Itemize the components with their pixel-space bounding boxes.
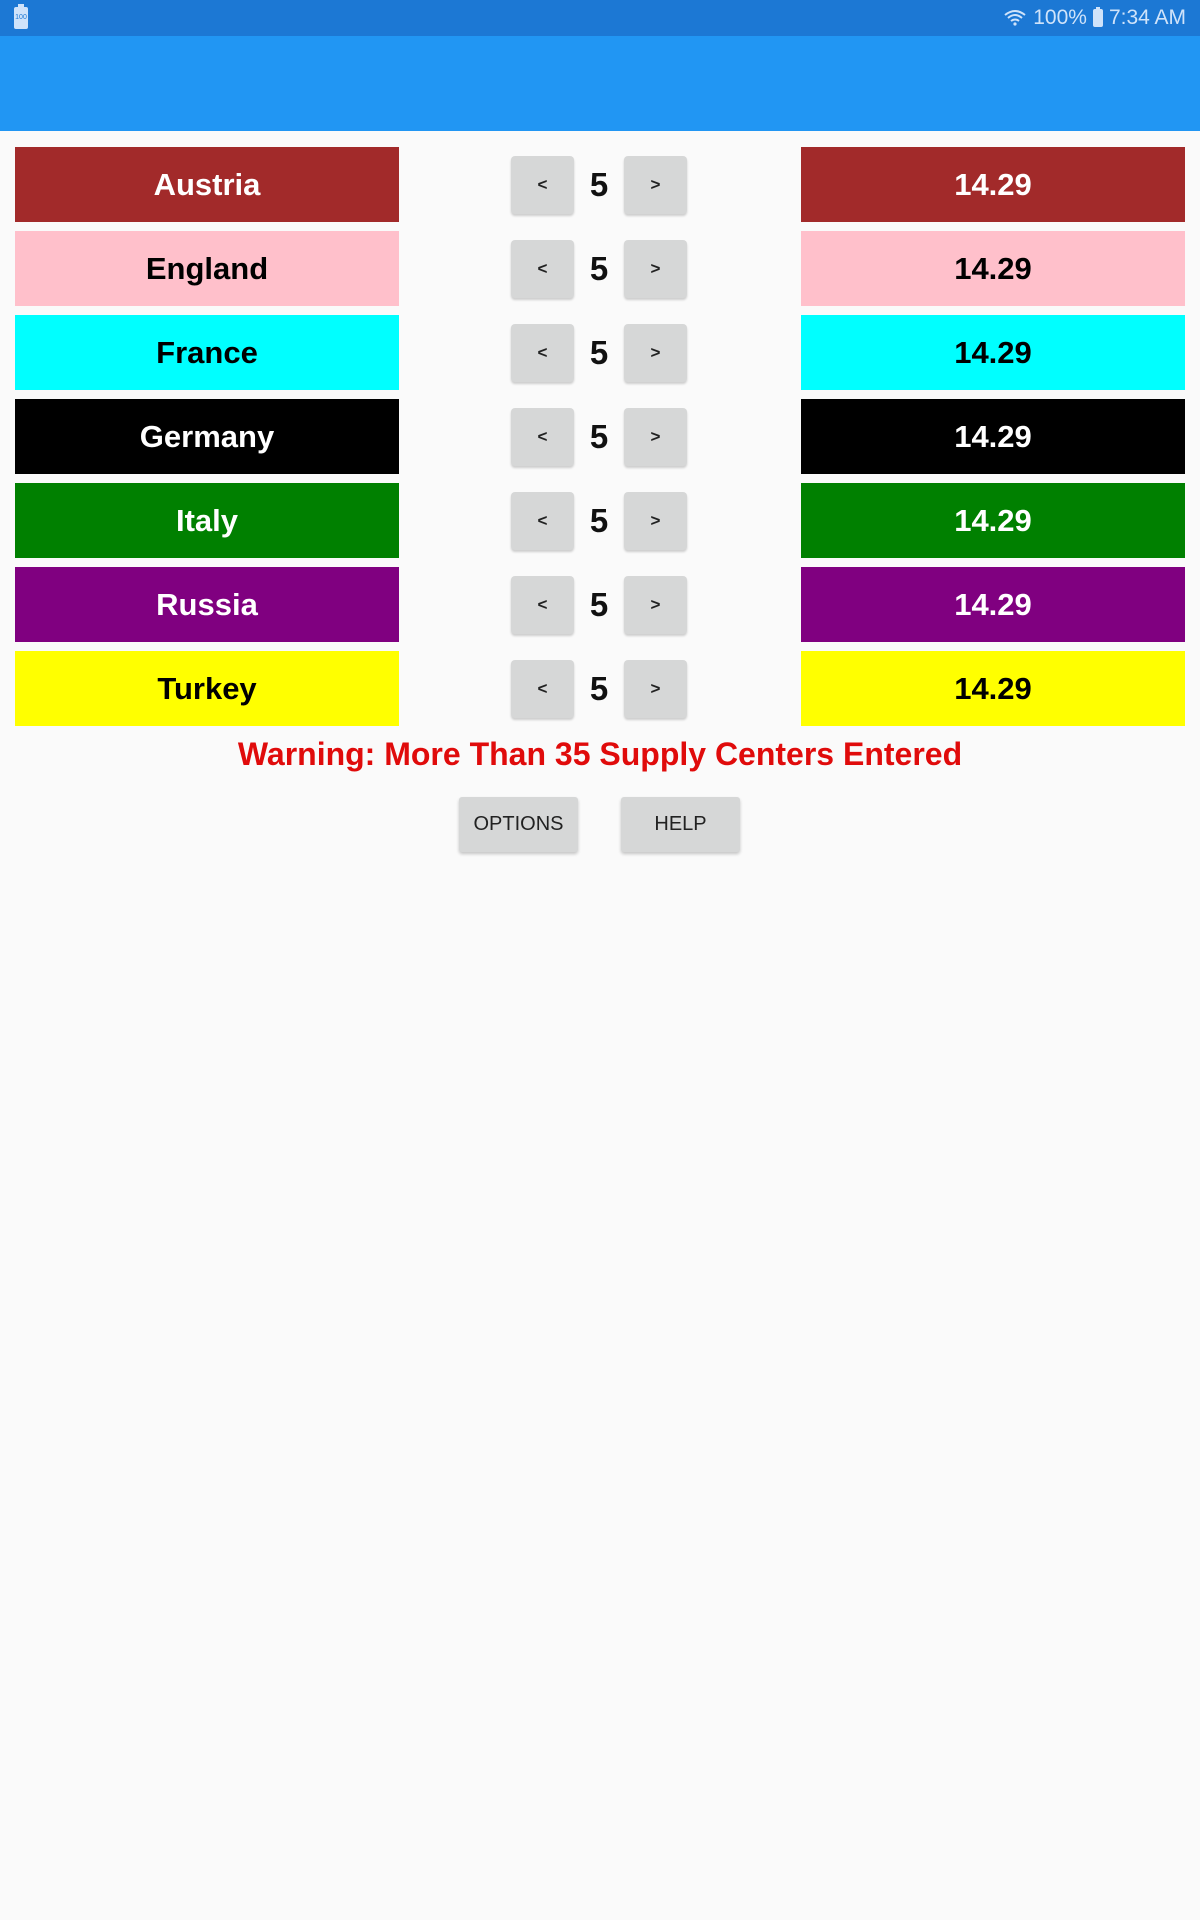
power-name[interactable]: France — [15, 315, 399, 390]
supply-center-stepper: <5 > — [511, 324, 687, 382]
app-bar — [0, 36, 1200, 131]
decrement-button[interactable]: < — [511, 408, 574, 466]
power-row-germany: Germany <5 >14.29 — [0, 399, 1200, 474]
decrement-button[interactable]: < — [511, 240, 574, 298]
status-icons: 100% 7:34 AM — [1003, 5, 1186, 31]
power-name[interactable]: Austria — [15, 147, 399, 222]
percent-value: 14.29 — [801, 399, 1185, 474]
power-name[interactable]: Russia — [15, 567, 399, 642]
supply-center-stepper: <5 > — [511, 576, 687, 634]
increment-button[interactable]: > — [624, 324, 687, 382]
power-name[interactable]: England — [15, 231, 399, 306]
status-bar: 100 100% 7:34 AM — [0, 0, 1200, 36]
percent-value: 14.29 — [801, 567, 1185, 642]
supply-center-stepper: <5 > — [511, 660, 687, 718]
power-name[interactable]: Germany — [15, 399, 399, 474]
percent-value: 14.29 — [801, 231, 1185, 306]
decrement-button[interactable]: < — [511, 660, 574, 718]
power-row-austria: Austria <5 >14.29 — [0, 147, 1200, 222]
supply-center-count: 5 — [589, 502, 609, 539]
supply-center-stepper: <5 > — [511, 156, 687, 214]
help-button[interactable]: HELP — [621, 797, 740, 852]
battery-icon — [1092, 7, 1103, 27]
battery-percent: 100% — [1033, 6, 1087, 29]
power-row-russia: Russia <5 >14.29 — [0, 567, 1200, 642]
increment-button[interactable]: > — [624, 408, 687, 466]
wifi-icon — [1004, 10, 1026, 26]
supply-center-stepper: <5 > — [511, 408, 687, 466]
supply-center-count: 5 — [589, 334, 609, 371]
decrement-button[interactable]: < — [511, 492, 574, 550]
increment-button[interactable]: > — [624, 660, 687, 718]
supply-center-count: 5 — [589, 166, 609, 203]
power-name[interactable]: Italy — [15, 483, 399, 558]
decrement-button[interactable]: < — [511, 324, 574, 382]
power-row-england: England <5 >14.29 — [0, 231, 1200, 306]
power-row-italy: Italy <5 >14.29 — [0, 483, 1200, 558]
supply-center-count: 5 — [589, 670, 609, 707]
supply-center-count: 5 — [589, 250, 609, 287]
increment-button[interactable]: > — [624, 240, 687, 298]
percent-value: 14.29 — [801, 483, 1185, 558]
power-row-turkey: Turkey <5 >14.29 — [0, 651, 1200, 726]
decrement-button[interactable]: < — [511, 156, 574, 214]
percent-value: 14.29 — [801, 147, 1185, 222]
supply-center-stepper: <5 > — [511, 492, 687, 550]
clock: 7:34 AM — [1108, 6, 1186, 29]
supply-center-stepper: <5 > — [511, 240, 687, 298]
percent-value: 14.29 — [801, 651, 1185, 726]
increment-button[interactable]: > — [624, 492, 687, 550]
battery-saver-icon: 100 — [14, 4, 28, 29]
increment-button[interactable]: > — [624, 156, 687, 214]
power-row-france: France <5 >14.29 — [0, 315, 1200, 390]
supply-center-count: 5 — [589, 418, 609, 455]
warning-message: Warning: More Than 35 Supply Centers Ent… — [237, 736, 963, 772]
options-button[interactable]: OPTIONS — [459, 797, 578, 852]
decrement-button[interactable]: < — [511, 576, 574, 634]
percent-value: 14.29 — [801, 315, 1185, 390]
supply-center-count: 5 — [589, 586, 609, 623]
increment-button[interactable]: > — [624, 576, 687, 634]
power-name[interactable]: Turkey — [15, 651, 399, 726]
